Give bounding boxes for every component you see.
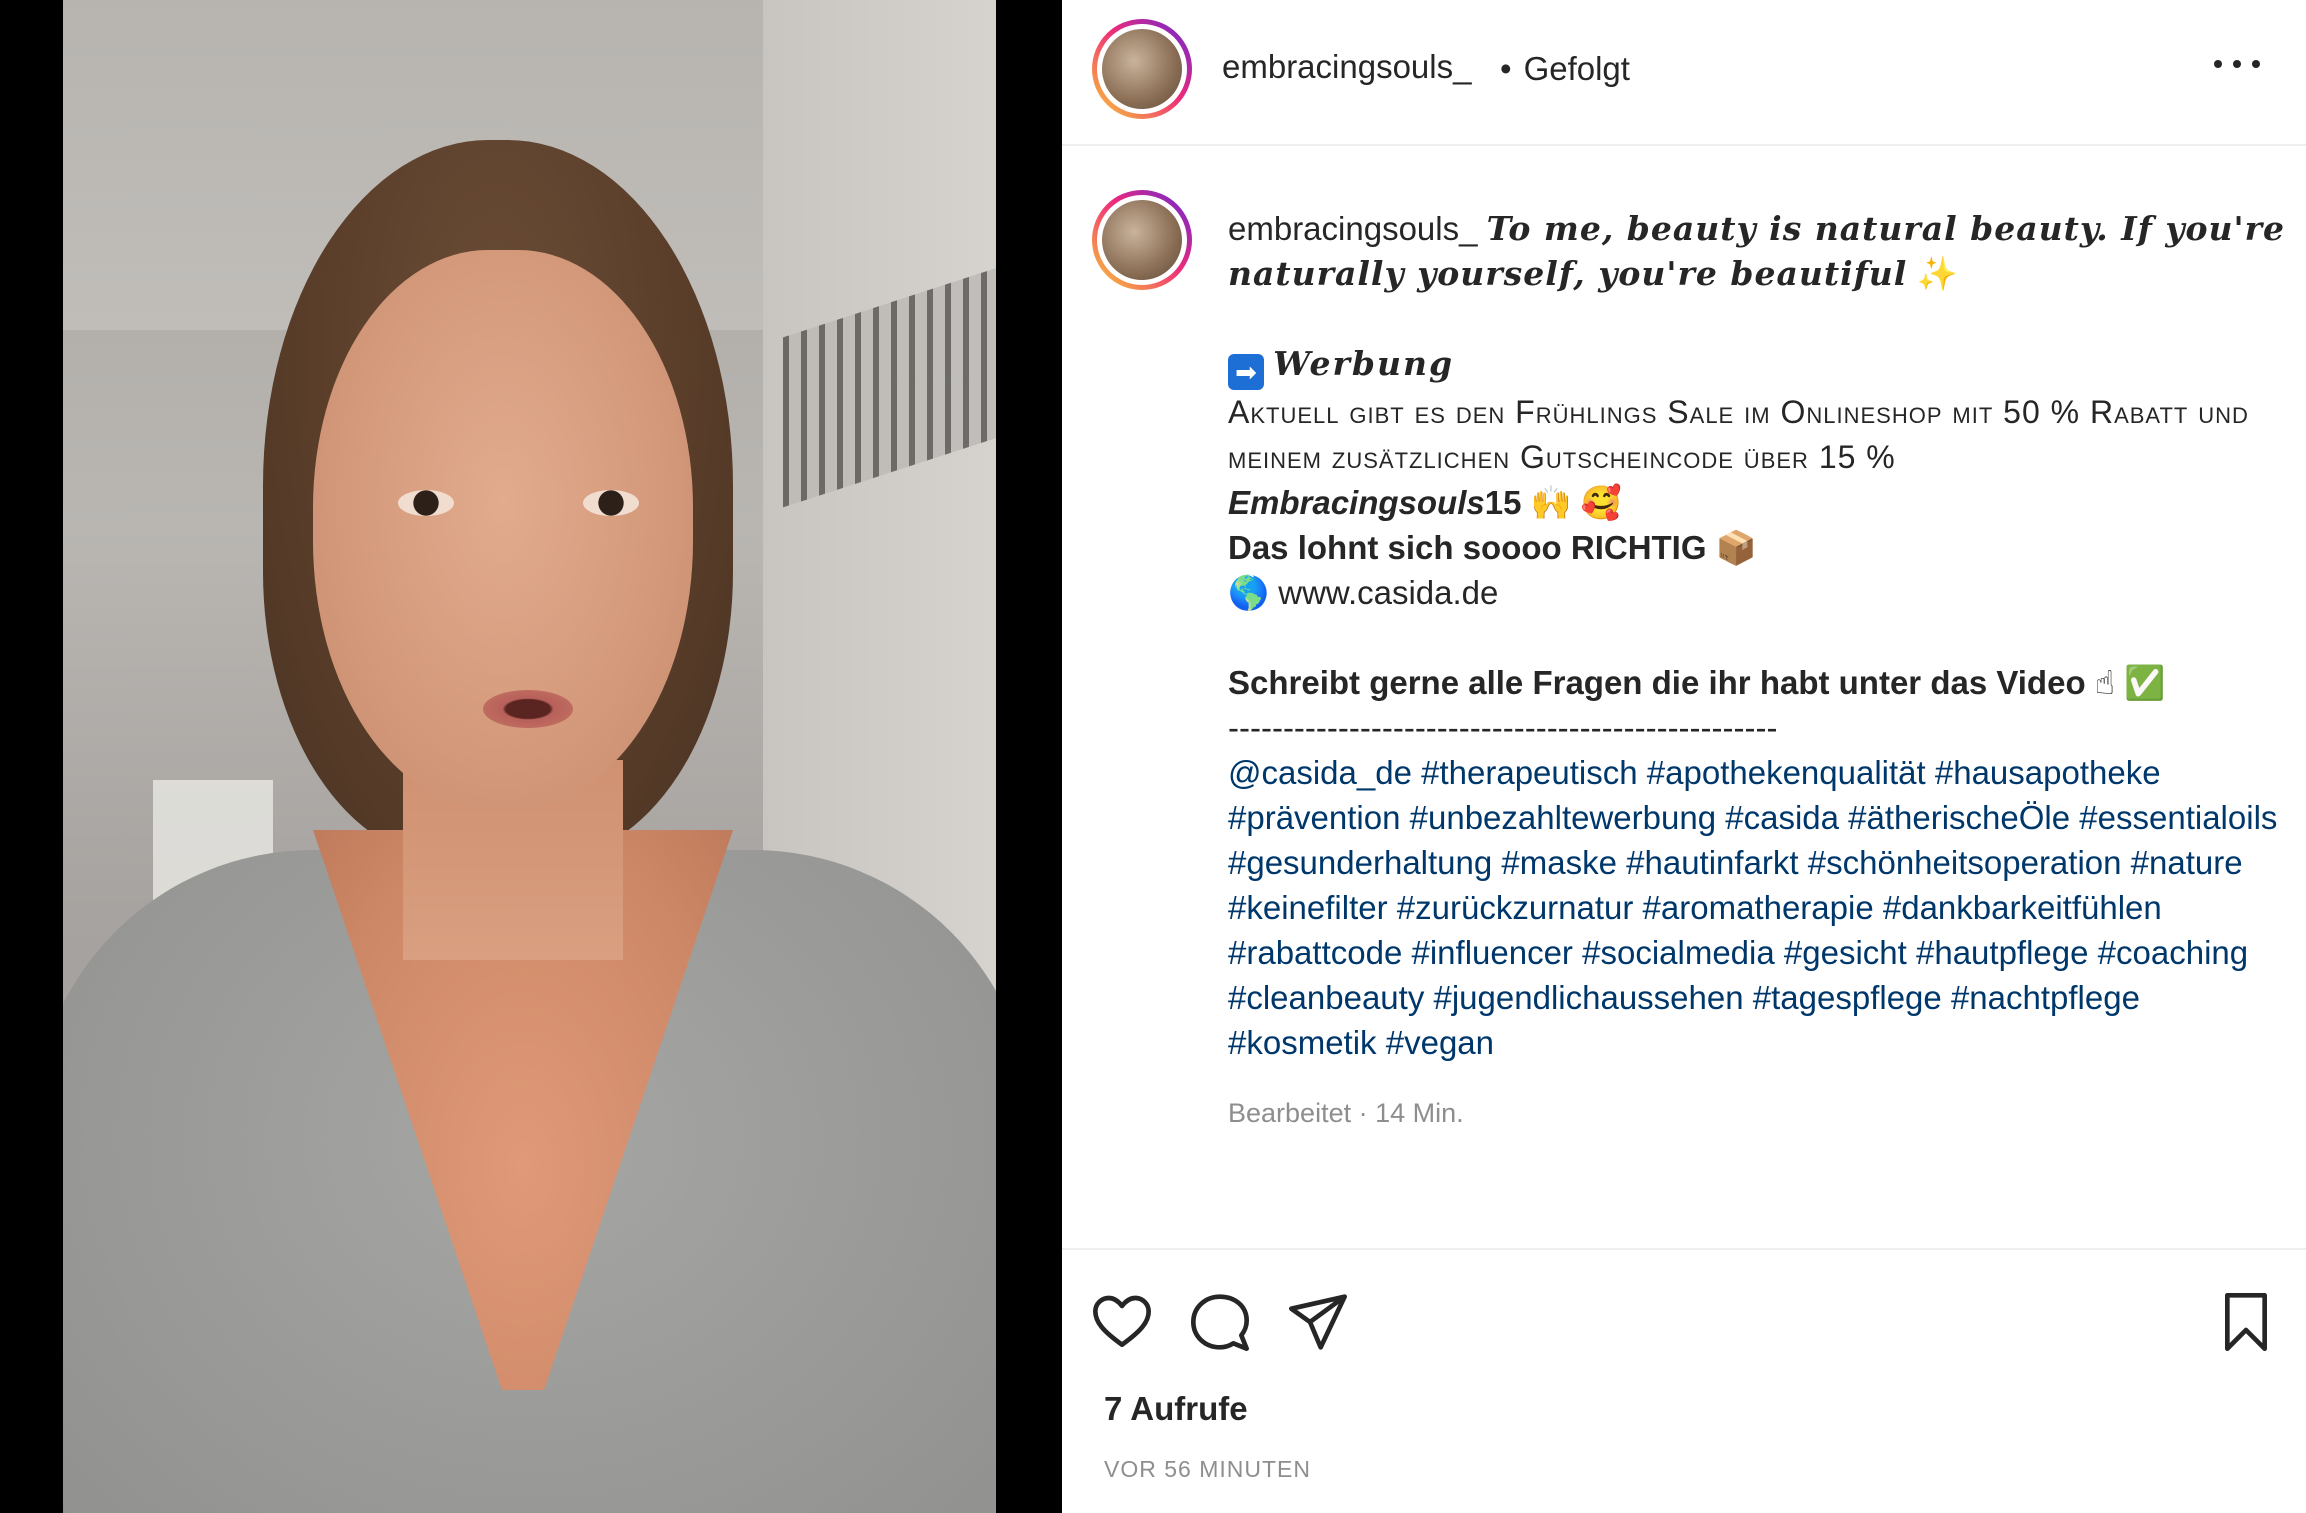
sale-text: Aktuell gibt es den Frühlings Sale im On… (1228, 394, 2249, 475)
hashtag-link[interactable]: #cleanbeauty (1228, 979, 1424, 1016)
avatar-image (1102, 29, 1182, 109)
hashtag-link[interactable]: #zurückzurnatur (1397, 889, 1634, 926)
hashtag-link[interactable]: #nature (2131, 844, 2243, 881)
werbung-line: ➡ Werbung (1228, 341, 2288, 390)
separator-dot: • (1500, 50, 1512, 87)
avatar[interactable] (1092, 19, 1192, 119)
hashtag-link[interactable]: #unbezahltewerbung (1410, 799, 1716, 836)
code-line: Embracingsouls15 🙌 🥰 (1228, 480, 2288, 525)
video-person-mouth (483, 690, 573, 728)
point-up-check-icon: ☝ ✅ (2094, 664, 2166, 701)
hashtag-link[interactable]: #ätherischeÖle (1848, 799, 2070, 836)
question-line: Schreibt gerne alle Fragen die ihr habt … (1228, 660, 2288, 705)
post-time[interactable]: VOR 56 MINUTEN (1104, 1456, 1311, 1483)
lohnt-line: Das lohnt sich soooo RICHTIG 📦 (1228, 525, 2288, 570)
more-icon[interactable] (2214, 60, 2260, 74)
hashtag-link[interactable]: #jugendlichaussehen (1434, 979, 1744, 1016)
website-text: www.casida.de (1278, 574, 1499, 611)
arrow-right-icon: ➡ (1228, 354, 1264, 390)
video-person-eye (398, 490, 454, 516)
hashtag-link[interactable]: #apothekenqualität (1647, 754, 1926, 791)
website-line: 🌎 www.casida.de (1228, 570, 2288, 615)
post-media[interactable] (0, 0, 1062, 1513)
post-header: embracingsouls_ • Gefolgt (1062, 0, 2306, 146)
hashtag-link[interactable]: #socialmedia (1582, 934, 1775, 971)
post-caption: embracingsouls_ To me, beauty is natural… (1228, 206, 2288, 1065)
hashtag-link[interactable]: #nachtpflege (1951, 979, 2140, 1016)
hashtag-link[interactable]: @casida_de (1228, 754, 1412, 791)
lohnt-text: Das lohnt sich soooo RICHTIG (1228, 529, 1707, 566)
sparkle-icon: ✨ (1916, 255, 1958, 292)
discount-code-number: 15 (1484, 484, 1522, 521)
follow-status-label: Gefolgt (1523, 50, 1630, 87)
hashtag-link[interactable]: #rabattcode (1228, 934, 1402, 971)
werbung-label: Werbung (1273, 344, 1455, 383)
hashtag-link[interactable]: #hautpflege (1916, 934, 2089, 971)
comment-icon[interactable] (1188, 1290, 1252, 1354)
hashtag-link[interactable]: #keinefilter (1228, 889, 1388, 926)
avatar-image (1102, 200, 1182, 280)
divider-dashes: ----------------------------------------… (1228, 709, 1778, 746)
celebrate-icon: 🙌 🥰 (1530, 484, 1622, 521)
hashtag-link[interactable]: #hausapotheke (1935, 754, 2161, 791)
video-person-eye (583, 490, 639, 516)
hashtag-link[interactable]: #tagespflege (1753, 979, 1942, 1016)
hashtag-link[interactable]: #hautinfarkt (1626, 844, 1798, 881)
edited-timestamp: Bearbeitet · 14 Min. (1228, 1098, 1464, 1128)
hashtag-link[interactable]: #therapeutisch (1421, 754, 1637, 791)
hashtag-link[interactable]: #influencer (1411, 934, 1572, 971)
hashtag-link[interactable]: #aromatherapie (1643, 889, 1874, 926)
send-icon[interactable] (1286, 1290, 1350, 1354)
hashtag-link[interactable]: #maske (1501, 844, 1617, 881)
discount-code: Embracingsouls (1228, 484, 1485, 521)
hashtag-list: @casida_de #therapeutisch #apothekenqual… (1228, 750, 2288, 1065)
globe-icon: 🌎 (1228, 574, 1270, 611)
hashtag-link[interactable]: #kosmetik (1228, 1024, 1377, 1061)
hashtag-link[interactable]: #schönheitsoperation (1808, 844, 2122, 881)
hashtag-link[interactable]: #dankbarkeitfühlen (1883, 889, 2162, 926)
bookmark-icon[interactable] (2214, 1290, 2278, 1354)
hashtag-link[interactable]: #coaching (2098, 934, 2248, 971)
header-username[interactable]: embracingsouls_ (1222, 48, 1471, 86)
video-player[interactable] (63, 0, 996, 1513)
hashtag-link[interactable]: #gesunderhaltung (1228, 844, 1492, 881)
caption-avatar[interactable] (1092, 190, 1192, 290)
caption-username[interactable]: embracingsouls_ (1228, 210, 1477, 247)
heart-icon[interactable] (1090, 1290, 1154, 1354)
post-panel: embracingsouls_ • Gefolgt embracingsouls_… (1062, 0, 2306, 1513)
hashtag-link[interactable]: #essentialoils (2079, 799, 2277, 836)
action-bar: 7 Aufrufe VOR 56 MINUTEN (1062, 1248, 2306, 1513)
package-icon: 📦 (1715, 529, 1757, 566)
hashtag-link[interactable]: #vegan (1386, 1024, 1494, 1061)
video-person-face (313, 250, 693, 810)
hashtag-link[interactable]: #gesicht (1784, 934, 1907, 971)
hashtag-link[interactable]: #casida (1725, 799, 1839, 836)
hashtag-link[interactable]: #prävention (1228, 799, 1400, 836)
question-text: Schreibt gerne alle Fragen die ihr habt … (1228, 664, 2086, 701)
view-count[interactable]: 7 Aufrufe (1104, 1390, 1248, 1428)
follow-status[interactable]: • Gefolgt (1500, 50, 1630, 88)
